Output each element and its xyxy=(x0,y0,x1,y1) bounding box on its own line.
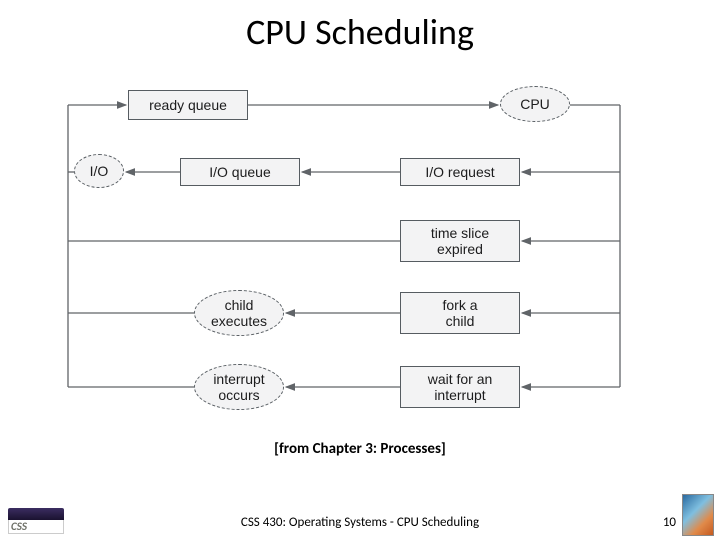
diagram-caption: [from Chapter 3: Processes] xyxy=(0,440,720,458)
node-ready-queue: ready queue xyxy=(128,90,248,120)
node-child-executes: child executes xyxy=(194,290,284,336)
node-io: I/O xyxy=(74,154,124,188)
node-wait-interrupt: wait for an interrupt xyxy=(400,366,520,408)
logo-bar-icon xyxy=(8,508,64,520)
node-io-queue: I/O queue xyxy=(180,158,300,186)
node-fork-child: fork a child xyxy=(400,292,520,334)
slide-footer: CSS 430: Operating Systems - CPU Schedul… xyxy=(0,515,720,530)
slide: CPU Scheduling ready queue CPU I/O I/O q… xyxy=(0,0,720,540)
node-interrupt-occurs: interrupt occurs xyxy=(194,364,284,410)
node-time-slice: time slice expired xyxy=(400,220,520,262)
logo-text: CSS xyxy=(8,520,64,534)
node-cpu: CPU xyxy=(500,86,570,122)
diagram-arrows xyxy=(60,80,660,440)
page-number: 10 xyxy=(663,515,676,530)
textbook-thumbnail-icon xyxy=(682,494,714,536)
node-io-request: I/O request xyxy=(400,158,520,186)
scheduling-diagram: ready queue CPU I/O I/O queue I/O reques… xyxy=(60,80,660,440)
css-logo: CSS xyxy=(8,500,64,534)
slide-title: CPU Scheduling xyxy=(0,10,720,54)
